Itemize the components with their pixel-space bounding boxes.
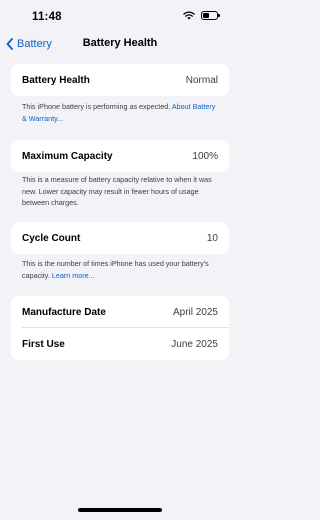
status-bar: 11:48 (0, 0, 240, 34)
status-time: 11:48 (32, 11, 62, 23)
dates-card: Manufacture Date April 2025 First Use Ju… (11, 296, 229, 360)
cycle-count-value: 10 (206, 232, 218, 244)
battery-health-note-text: This iPhone battery is performing as exp… (22, 102, 171, 111)
cycle-count-label: Cycle Count (22, 232, 81, 244)
maximum-capacity-row: Maximum Capacity 100% (11, 140, 229, 172)
home-indicator[interactable] (78, 508, 162, 512)
battery-health-label: Battery Health (22, 74, 90, 86)
first-use-value: June 2025 (171, 338, 218, 350)
maximum-capacity-label: Maximum Capacity (22, 150, 113, 162)
cycle-count-note: This is the number of times iPhone has u… (22, 258, 222, 281)
battery-health-row: Battery Health Normal (11, 64, 229, 96)
maximum-capacity-card: Maximum Capacity 100% (11, 140, 229, 172)
manufacture-date-row: Manufacture Date April 2025 (11, 296, 229, 328)
first-use-label: First Use (22, 338, 65, 350)
cycle-count-row: Cycle Count 10 (11, 222, 229, 254)
manufacture-date-value: April 2025 (172, 306, 218, 318)
learn-more-link[interactable]: Learn more... (52, 271, 95, 280)
battery-health-value: Normal (185, 74, 218, 86)
cycle-count-card: Cycle Count 10 (11, 222, 229, 254)
battery-health-note: This iPhone battery is performing as exp… (22, 101, 222, 124)
first-use-row: First Use June 2025 (11, 328, 229, 360)
status-icons (183, 11, 220, 20)
maximum-capacity-value: 100% (192, 150, 218, 162)
battery-icon (201, 11, 220, 20)
navigation-bar: Battery Battery Health (0, 34, 240, 54)
manufacture-date-label: Manufacture Date (22, 306, 106, 318)
battery-health-card: Battery Health Normal (11, 64, 229, 96)
wifi-icon (183, 11, 195, 20)
cycle-count-note-text: This is the number of times iPhone has u… (22, 259, 209, 280)
page-title: Battery Health (82, 37, 158, 49)
maximum-capacity-note: This is a measure of battery capacity re… (22, 175, 212, 207)
